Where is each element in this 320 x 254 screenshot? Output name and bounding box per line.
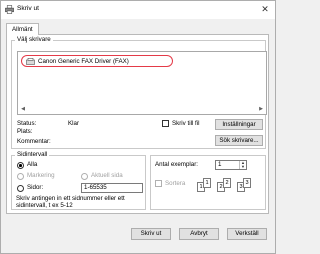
page-1-front: 1 xyxy=(203,178,211,188)
tab-panel-general: Välj skrivare Canon Generic FAX Driver (… xyxy=(6,34,269,214)
printer-item-selected[interactable]: Canon Generic FAX Driver (FAX) xyxy=(21,55,173,67)
tab-general[interactable]: Allmänt xyxy=(6,23,39,35)
pages-input[interactable]: 1-65535 xyxy=(81,183,143,193)
all-pages-label: Alla xyxy=(27,161,38,168)
printer-name: Canon Generic FAX Driver (FAX) xyxy=(38,58,129,65)
dialog-body: Allmänt Välj skrivare Canon Generic FAX … xyxy=(1,19,275,253)
printer-icon xyxy=(5,5,14,14)
status-value: Klar xyxy=(68,120,80,127)
selection-radio[interactable] xyxy=(17,173,24,180)
all-pages-radio[interactable] xyxy=(17,162,24,169)
horizontal-scrollbar[interactable]: ◀ ▶ xyxy=(19,105,265,113)
spin-arrows[interactable]: ▲ ▼ xyxy=(239,161,246,169)
pages-label: Sidor: xyxy=(27,184,44,191)
pages-radio[interactable] xyxy=(17,185,24,192)
copies-group: Antal exemplar: 1 ▲ ▼ Sortera 1 1 2 2 3 xyxy=(150,155,266,210)
current-page-label: Aktuell sida xyxy=(91,172,123,179)
copies-spinbox[interactable]: 1 ▲ ▼ xyxy=(215,160,247,170)
scroll-right-icon[interactable]: ▶ xyxy=(257,105,265,113)
cancel-button[interactable]: Avbryt xyxy=(179,228,219,240)
current-page-radio[interactable] xyxy=(81,173,88,180)
page-2-front: 2 xyxy=(223,178,231,188)
page-3-front: 3 xyxy=(243,178,251,188)
window-title: Skriv ut xyxy=(17,5,39,12)
apply-button[interactable]: Verkställ xyxy=(227,228,267,240)
page-range-hint: Skriv antingen in ett sidnummer eller et… xyxy=(16,195,125,209)
print-to-file-label: Skriv till fil xyxy=(172,120,200,127)
copies-value: 1 xyxy=(218,161,222,168)
preferences-button[interactable]: Inställningar xyxy=(215,119,263,130)
find-printer-button[interactable]: Sök skrivare... xyxy=(215,135,263,146)
copies-label: Antal exemplar: xyxy=(155,161,198,168)
status-label: Status: xyxy=(17,120,37,127)
spin-down-icon[interactable]: ▼ xyxy=(240,165,246,169)
location-label: Plats: xyxy=(17,128,33,135)
title-bar[interactable]: Skriv ut ✕ xyxy=(1,1,275,19)
fax-printer-icon xyxy=(26,58,35,65)
selection-label: Markering xyxy=(27,172,55,179)
print-dialog: Skriv ut ✕ Allmänt Välj skrivare Canon G… xyxy=(0,0,276,254)
scroll-left-icon[interactable]: ◀ xyxy=(19,105,27,113)
print-to-file-checkbox[interactable] xyxy=(162,120,169,127)
printer-list[interactable]: Canon Generic FAX Driver (FAX) ◀ ▶ xyxy=(17,51,267,115)
collate-label: Sortera xyxy=(165,180,186,187)
print-button[interactable]: Skriv ut xyxy=(131,228,171,240)
page-range-group-label: Sidintervall xyxy=(15,151,50,158)
select-printer-group: Välj skrivare Canon Generic FAX Driver (… xyxy=(11,36,267,149)
collate-checkbox[interactable] xyxy=(155,180,162,187)
select-printer-group-label: Välj skrivare xyxy=(15,36,53,43)
page-range-group: Sidintervall Alla Markering Aktuell sida… xyxy=(11,151,146,210)
comment-label: Kommentar: xyxy=(17,138,51,145)
close-icon[interactable]: ✕ xyxy=(259,3,271,15)
